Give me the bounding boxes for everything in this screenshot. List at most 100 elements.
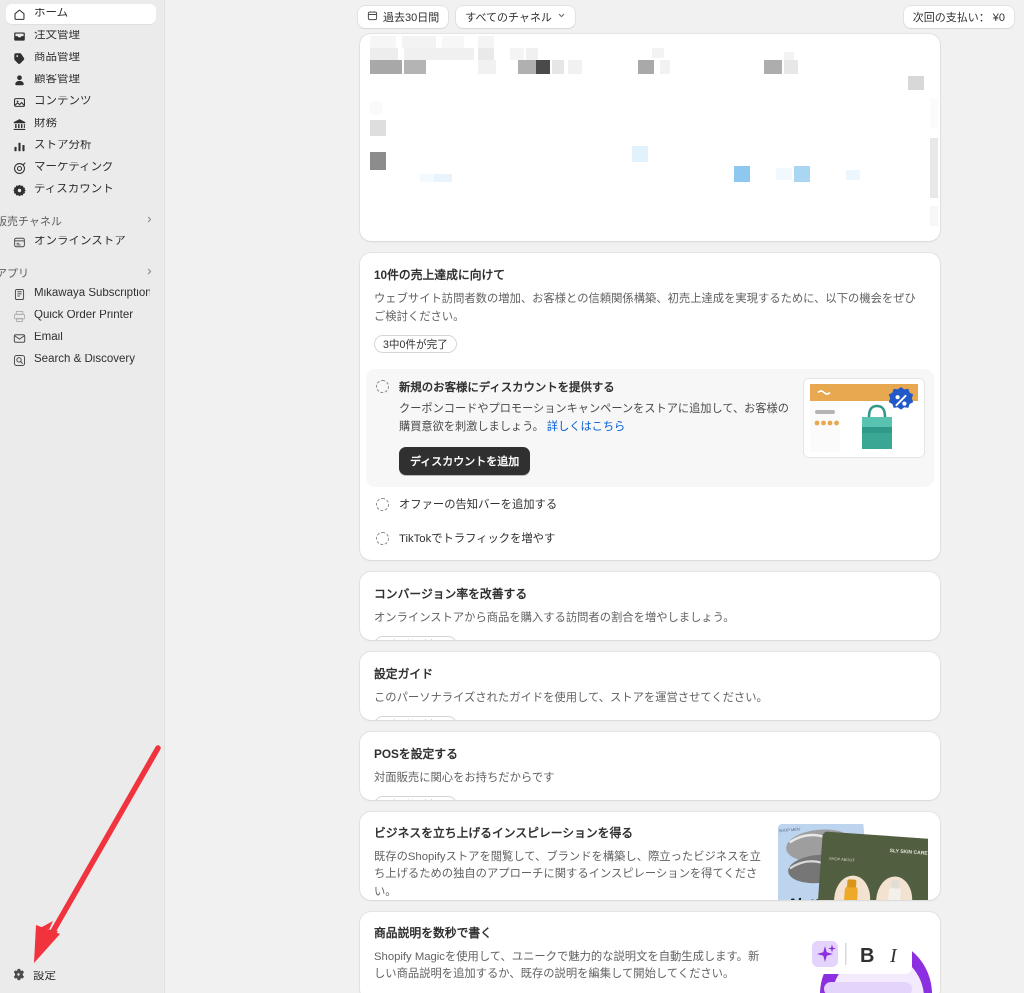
sidebar-section-0-item-0[interactable]: オンラインストア — [6, 232, 156, 252]
channel-filter[interactable]: すべてのチャネル — [456, 6, 575, 28]
sidebar-item-label: ディスカウント — [34, 184, 114, 196]
redacted-block — [660, 60, 670, 74]
sidebar-item-label: 商品管理 — [34, 52, 80, 64]
task-incomplete-circle-icon[interactable] — [376, 380, 389, 393]
sidebar-item-label: Search & Discovery — [34, 354, 135, 366]
redacted-block — [420, 174, 434, 182]
sales-goal-card: 10件の売上達成に向けて ウェブサイト訪問者数の増加、お客様との信頼関係構築、初… — [360, 253, 940, 560]
task-body-discount: クーポンコードやプロモーションキャンペーンをストアに追加して、お客様の購買意欲を… — [399, 401, 789, 437]
redacted-block — [552, 60, 564, 74]
inspiration-title: ビジネスを立ち上げるインスピレーションを得る — [374, 825, 634, 840]
redacted-block — [638, 60, 654, 74]
sidebar-item-5[interactable]: 財務 — [6, 114, 156, 134]
conversion-description: オンラインストアから商品を購入する訪問者の割合を増やしましょう。 — [374, 611, 735, 624]
pos-progress-chip: 2中0件が完了 — [374, 796, 457, 800]
chevron-down-icon — [557, 11, 566, 23]
discounts-icon — [12, 183, 26, 197]
redacted-block — [526, 48, 538, 60]
calendar-icon — [367, 10, 378, 24]
chevron-right-icon[interactable] — [145, 267, 154, 279]
sidebar: ホーム注文管理商品管理顧客管理コンテンツ財務ストア分析マーケティング ディスカウン… — [0, 0, 165, 993]
redacted-block — [404, 60, 426, 74]
sidebar-item-1[interactable]: 注文管理 — [6, 26, 156, 46]
sidebar-item-label: 注文管理 — [34, 30, 80, 42]
sidebar-item-6[interactable]: ストア分析 — [6, 136, 156, 156]
conversion-card[interactable]: コンバージョン率を改善する オンラインストアから商品を購入する訪問者の割合を増や… — [360, 571, 940, 640]
gear-icon — [12, 968, 25, 986]
redacted-block — [930, 98, 938, 128]
sidebar-item-2[interactable]: 商品管理 — [6, 48, 156, 68]
sidebar-item-7[interactable]: マーケティング — [6, 158, 156, 178]
sidebar-item-label: コンテンツ — [34, 96, 92, 108]
redacted-block — [404, 48, 474, 60]
next-payout-badge[interactable]: 次回の支払い： ¥0 — [903, 6, 1014, 28]
setup-guide-description: このパーソナライズされたガイドを使用して、ストアを運営させてください。 — [374, 691, 768, 704]
sidebar-item-label: マーケティング — [34, 162, 114, 174]
task-item-discount[interactable]: 新規のお客様にディスカウントを提供する クーポンコードやプロモーションキャンペー… — [366, 369, 934, 487]
learn-more-link[interactable]: 詳しくはこちら — [547, 421, 625, 433]
redacted-block — [478, 48, 494, 60]
sidebar-item-0[interactable]: ホーム — [6, 4, 156, 24]
add-discount-button[interactable]: ディスカウントを追加 — [399, 446, 531, 475]
sidebar-item-label: 顧客管理 — [34, 74, 80, 86]
shopify-admin-home: ホーム 注文管理 商品管理 顧客管理 コンテンツ 財務 ストア分析 マーケティング ディスカウン… — [0, 0, 1024, 993]
task-item-tiktok[interactable]: TikTokでトラフィックを増やす — [360, 521, 940, 560]
inspiration-card: ビジネスを立ち上げるインスピレーションを得る 既存のShopifyストアを閲覧し… — [360, 811, 940, 900]
sales-goal-progress-chip: 3中0件が完了 — [374, 335, 457, 353]
redacted-block — [652, 48, 664, 58]
sidebar-section-1-item-2[interactable]: Email — [6, 328, 156, 348]
task-label-announcement-bar: オファーの告知バーを追加する — [399, 498, 558, 511]
redacted-block — [370, 102, 382, 114]
sidebar-item-label: 財務 — [34, 118, 57, 130]
redacted-block — [930, 138, 938, 198]
sales-goal-description: ウェブサイト訪問者数の増加、お客様との信頼関係構築、初売上達成を実現するために、… — [374, 293, 916, 323]
redacted-block — [734, 166, 750, 182]
sidebar-item-label: オンラインストア — [34, 236, 126, 248]
redacted-block — [370, 120, 386, 136]
magic-description: Shopify Magicを使用して、ユニークで魅力的な説明文を自動生成します。… — [374, 950, 760, 981]
task-item-announcement-bar[interactable]: オファーの告知バーを追加する — [360, 487, 940, 521]
redacted-block — [518, 60, 536, 74]
sidebar-item-label: ホーム — [34, 8, 69, 20]
sidebar-item-4[interactable]: コンテンツ — [6, 92, 156, 112]
sidebar-item-label: Mikawaya Subscription — [34, 288, 150, 300]
svg-text:I: I — [889, 945, 898, 967]
setup-guide-card[interactable]: 設定ガイド このパーソナライズされたガイドを使用して、ストアを運営させてください… — [360, 651, 940, 720]
sidebar-section-title: 販売チャネル — [0, 216, 62, 228]
sidebar-item-3[interactable]: 顧客管理 — [6, 70, 156, 90]
sidebar-section-1-item-1[interactable]: Quick Order Printer — [6, 306, 156, 326]
inspiration-illustration-svg: New SHOP MEN SLY SKIN CARE SHOP ABOUT — [778, 823, 928, 900]
finance-icon — [12, 117, 26, 131]
redacted-block — [370, 152, 386, 170]
sidebar-section-1-item-0[interactable]: Mikawaya Subscription — [6, 284, 156, 304]
task-incomplete-circle-icon[interactable] — [376, 497, 389, 511]
sidebar-item-settings[interactable]: 設定 — [0, 966, 165, 988]
redacted-block — [846, 170, 860, 180]
sidebar-item-label: ストア分析 — [34, 140, 92, 152]
email-icon — [12, 331, 26, 345]
chevron-right-icon[interactable] — [145, 215, 154, 227]
task-label-tiktok: TikTokでトラフィックを増やす — [399, 532, 556, 545]
app-icon — [12, 287, 26, 301]
toolbar: 過去30日間 すべてのチャネル 次回の支払い： ¥0 — [165, 0, 1024, 34]
analytics-icon — [12, 139, 26, 153]
sidebar-section-header-1[interactable]: アプリ — [0, 262, 164, 284]
sales-goal-title: 10件の売上達成に向けて — [374, 268, 506, 282]
setup-guide-title: 設定ガイド — [374, 666, 433, 681]
channel-filter-label: すべてのチャネル — [465, 12, 552, 24]
date-range-filter[interactable]: 過去30日間 — [358, 6, 449, 28]
setup-guide-progress-chip: 6中4件が完了 — [374, 716, 457, 720]
sidebar-section-header-0[interactable]: 販売チャネル — [0, 210, 164, 232]
orders-icon — [12, 29, 26, 43]
content-icon — [12, 95, 26, 109]
sidebar-section-1-item-3[interactable]: Search & Discovery — [6, 350, 156, 370]
home-icon — [12, 7, 26, 21]
marketing-icon — [12, 161, 26, 175]
redacted-block — [442, 36, 464, 48]
task-incomplete-circle-icon[interactable] — [376, 531, 389, 545]
date-range-label: 過去30日間 — [383, 12, 440, 24]
pos-title: POSを設定する — [374, 746, 458, 761]
pos-card[interactable]: POSを設定する 対面販売に関心をお持ちだからです 2中0件が完了 — [360, 731, 940, 800]
sidebar-item-8[interactable]: ディスカウント — [6, 180, 156, 200]
redacted-block — [370, 60, 402, 74]
